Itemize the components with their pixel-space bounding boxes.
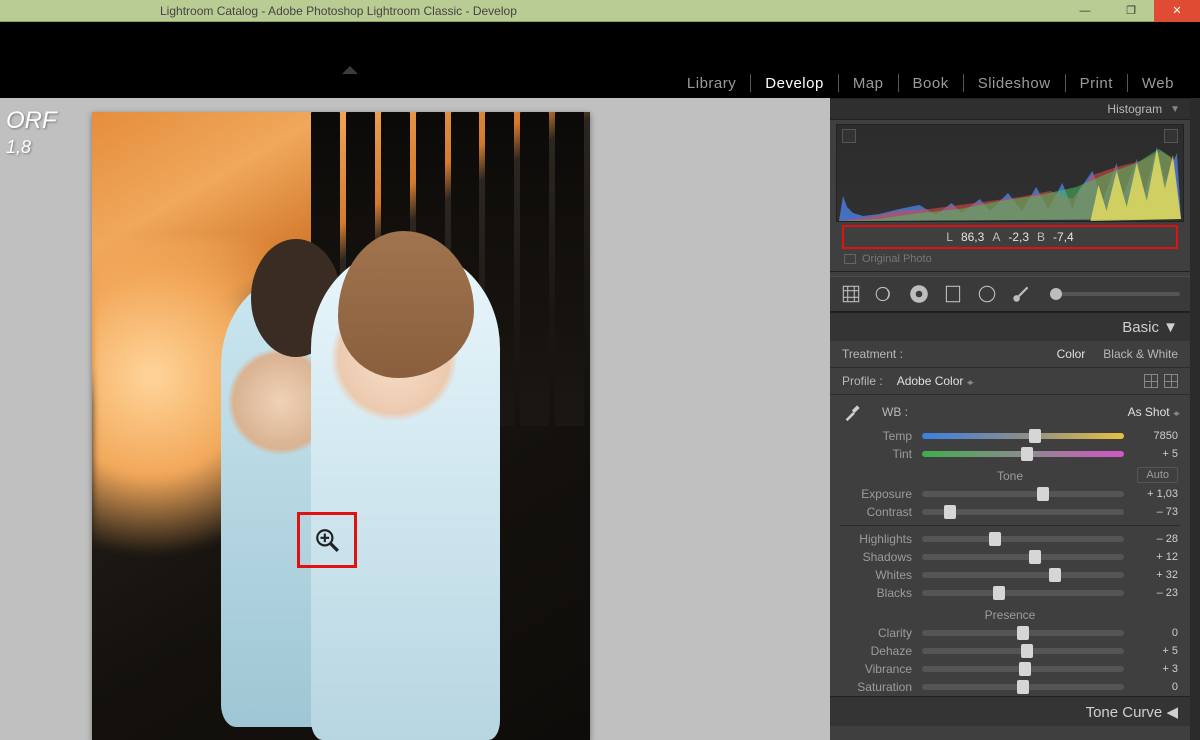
shadows-slider[interactable] [922, 554, 1124, 560]
contrast-slider[interactable] [922, 509, 1124, 515]
original-photo-toggle[interactable]: Original Photo [830, 249, 1190, 272]
profile-grid-icon[interactable] [1164, 374, 1178, 388]
file-info-overlay: ORF 1,8 [6, 108, 57, 160]
lab-l-value: 86,3 [961, 230, 984, 244]
tonecurve-panel-header[interactable]: Tone Curve ◀ [830, 696, 1190, 726]
profile-select[interactable]: Adobe Color ◂▸ [897, 374, 972, 388]
exposure-value[interactable]: + 1,03 [1134, 488, 1178, 500]
dehaze-slider[interactable] [922, 648, 1124, 654]
clarity-slider[interactable] [922, 630, 1124, 636]
canvas-area[interactable]: ORF 1,8 [0, 98, 830, 740]
minimize-button[interactable]: — [1062, 0, 1108, 22]
window-titlebar: Lightroom Catalog - Adobe Photoshop Ligh… [0, 0, 1200, 22]
tab-book[interactable]: Book [899, 75, 963, 92]
histogram-graph [839, 141, 1181, 221]
chevron-left-icon: ◀ [1166, 704, 1178, 721]
zoom-in-icon [314, 527, 340, 553]
spot-removal-tool[interactable] [874, 283, 896, 305]
profile-browser-icon[interactable] [1144, 374, 1158, 388]
highlights-value[interactable]: – 28 [1134, 533, 1178, 545]
highlights-slider[interactable] [922, 536, 1124, 542]
file-extension: ORF [6, 108, 57, 134]
exposure-slider[interactable] [922, 491, 1124, 497]
module-tabs: Library Develop Map Book Slideshow Print… [673, 74, 1188, 92]
adjustment-brush-tool[interactable] [1010, 283, 1032, 305]
shadows-value[interactable]: + 12 [1134, 551, 1178, 563]
lab-b-value: -7,4 [1053, 230, 1074, 244]
tab-map[interactable]: Map [839, 75, 898, 92]
wb-select[interactable]: As Shot ◂▸ [1128, 405, 1178, 419]
treatment-bw[interactable]: Black & White [1103, 347, 1178, 361]
treatment-row: Treatment : Color Black & White [830, 341, 1190, 368]
basic-panel: Basic ▼ Treatment : Color Black & White … [830, 312, 1190, 696]
histogram-header[interactable]: Histogram ▼ [830, 98, 1190, 120]
treatment-color[interactable]: Color [1057, 347, 1086, 361]
photo-frame[interactable] [92, 112, 590, 740]
develop-toolstrip [830, 276, 1190, 312]
auto-button[interactable]: Auto [1137, 467, 1178, 483]
lab-readout-highlight: L86,3 A-2,3 B-7,4 [842, 225, 1178, 249]
redeye-tool[interactable] [908, 283, 930, 305]
chevron-down-icon: ▼ [1170, 104, 1180, 115]
eyedropper-icon[interactable] [842, 401, 864, 423]
panel-expand-icon[interactable] [342, 66, 358, 74]
tab-print[interactable]: Print [1066, 75, 1127, 92]
whites-value[interactable]: + 32 [1134, 569, 1178, 581]
graduated-filter-tool[interactable] [942, 283, 964, 305]
maximize-button[interactable]: ❐ [1108, 0, 1154, 22]
crop-tool[interactable] [840, 283, 862, 305]
profile-row: Profile : Adobe Color ◂▸ [830, 368, 1190, 395]
tab-library[interactable]: Library [673, 75, 750, 92]
histogram-title: Histogram [1107, 102, 1162, 116]
module-bar: Library Develop Map Book Slideshow Print… [0, 22, 1200, 98]
tool-slider[interactable] [1050, 292, 1180, 296]
zoom-cursor-highlight [297, 512, 357, 568]
window-title: Lightroom Catalog - Adobe Photoshop Ligh… [0, 4, 1062, 18]
right-panel-scrollbar[interactable] [1190, 98, 1200, 740]
tab-develop[interactable]: Develop [751, 75, 838, 92]
radial-filter-tool[interactable] [976, 283, 998, 305]
tab-web[interactable]: Web [1128, 75, 1188, 92]
develop-right-panel: Histogram ▼ L86,3 A-2,3 B-7,4 Original Ph… [830, 98, 1190, 740]
tab-slideshow[interactable]: Slideshow [964, 75, 1065, 92]
basic-panel-header[interactable]: Basic ▼ [830, 313, 1190, 341]
vibrance-value[interactable]: + 3 [1134, 663, 1178, 675]
temp-value[interactable]: 7850 [1134, 430, 1178, 442]
dehaze-value[interactable]: + 5 [1134, 645, 1178, 657]
clarity-value[interactable]: 0 [1134, 627, 1178, 639]
whites-slider[interactable] [922, 572, 1124, 578]
histogram[interactable] [836, 124, 1184, 222]
tone-subheader: ToneAuto [830, 467, 1190, 485]
contrast-value[interactable]: – 73 [1134, 506, 1178, 518]
photo[interactable] [92, 112, 590, 740]
saturation-slider[interactable] [922, 684, 1124, 690]
presence-subheader: Presence [830, 606, 1190, 624]
close-button[interactable]: ✕ [1154, 0, 1200, 22]
chevron-down-icon: ▼ [1163, 319, 1178, 336]
checkbox-icon [844, 254, 856, 264]
blacks-value[interactable]: – 23 [1134, 587, 1178, 599]
lab-a-value: -2,3 [1008, 230, 1029, 244]
tint-value[interactable]: + 5 [1134, 448, 1178, 460]
vibrance-slider[interactable] [922, 666, 1124, 672]
wb-row: WB : As Shot ◂▸ [830, 395, 1190, 427]
tint-slider[interactable] [922, 451, 1124, 457]
blacks-slider[interactable] [922, 590, 1124, 596]
temp-slider[interactable] [922, 433, 1124, 439]
saturation-value[interactable]: 0 [1134, 681, 1178, 693]
file-aperture: 1,8 [6, 134, 57, 160]
